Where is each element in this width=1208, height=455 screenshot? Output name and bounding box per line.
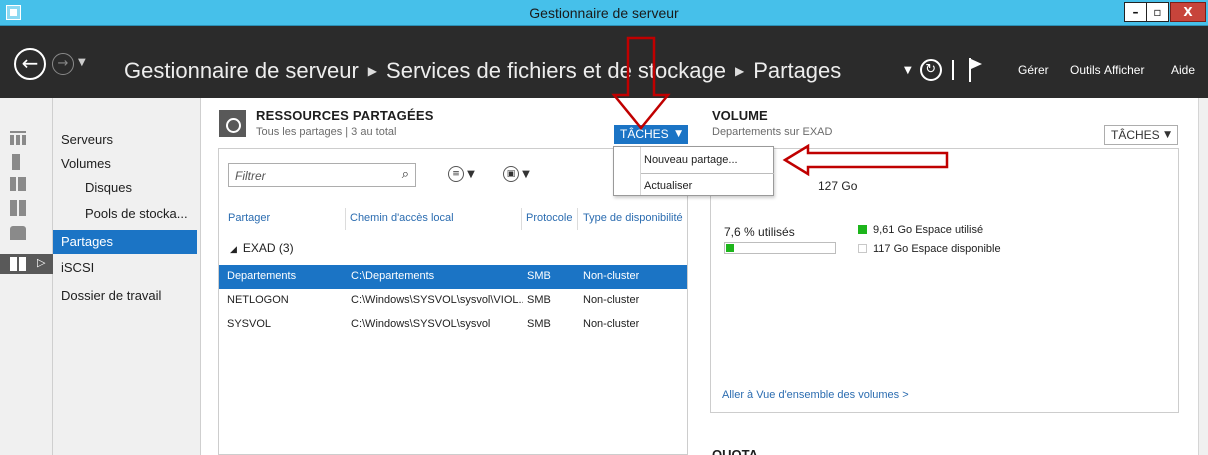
- annotation-left-arrow-icon: [782, 143, 949, 177]
- annotation-down-arrow-icon: [611, 36, 671, 130]
- annotation-layer: [611, 36, 949, 177]
- server-manager-window: Gestionnaire de serveur – ▫ X ← → ▼ Gest…: [0, 0, 1208, 455]
